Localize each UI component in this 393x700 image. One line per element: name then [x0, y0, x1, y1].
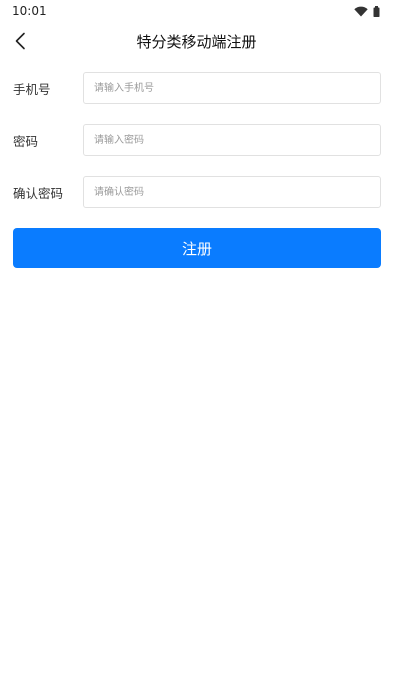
- status-icons: [354, 5, 380, 17]
- password-row: 密码: [13, 124, 381, 156]
- page-title: 特分类移动端注册: [136, 32, 257, 51]
- register-form: 手机号 密码 确认密码: [0, 60, 393, 208]
- status-bar: 10:01: [0, 0, 393, 22]
- confirm-password-input[interactable]: [83, 176, 381, 208]
- chevron-left-icon: [15, 32, 25, 50]
- confirm-password-row: 确认密码: [13, 176, 381, 208]
- password-label: 密码: [13, 133, 39, 149]
- status-time: 10:01: [12, 4, 47, 18]
- phone-input[interactable]: [83, 72, 381, 104]
- battery-icon: [373, 5, 380, 17]
- nav-bar: 特分类移动端注册: [0, 22, 393, 60]
- phone-label: 手机号: [13, 81, 51, 97]
- back-button[interactable]: [6, 26, 34, 56]
- password-input[interactable]: [83, 124, 381, 156]
- confirm-password-label: 确认密码: [13, 185, 64, 201]
- phone-row: 手机号: [13, 72, 381, 104]
- register-button[interactable]: 注册: [13, 228, 381, 268]
- wifi-icon: [354, 6, 368, 16]
